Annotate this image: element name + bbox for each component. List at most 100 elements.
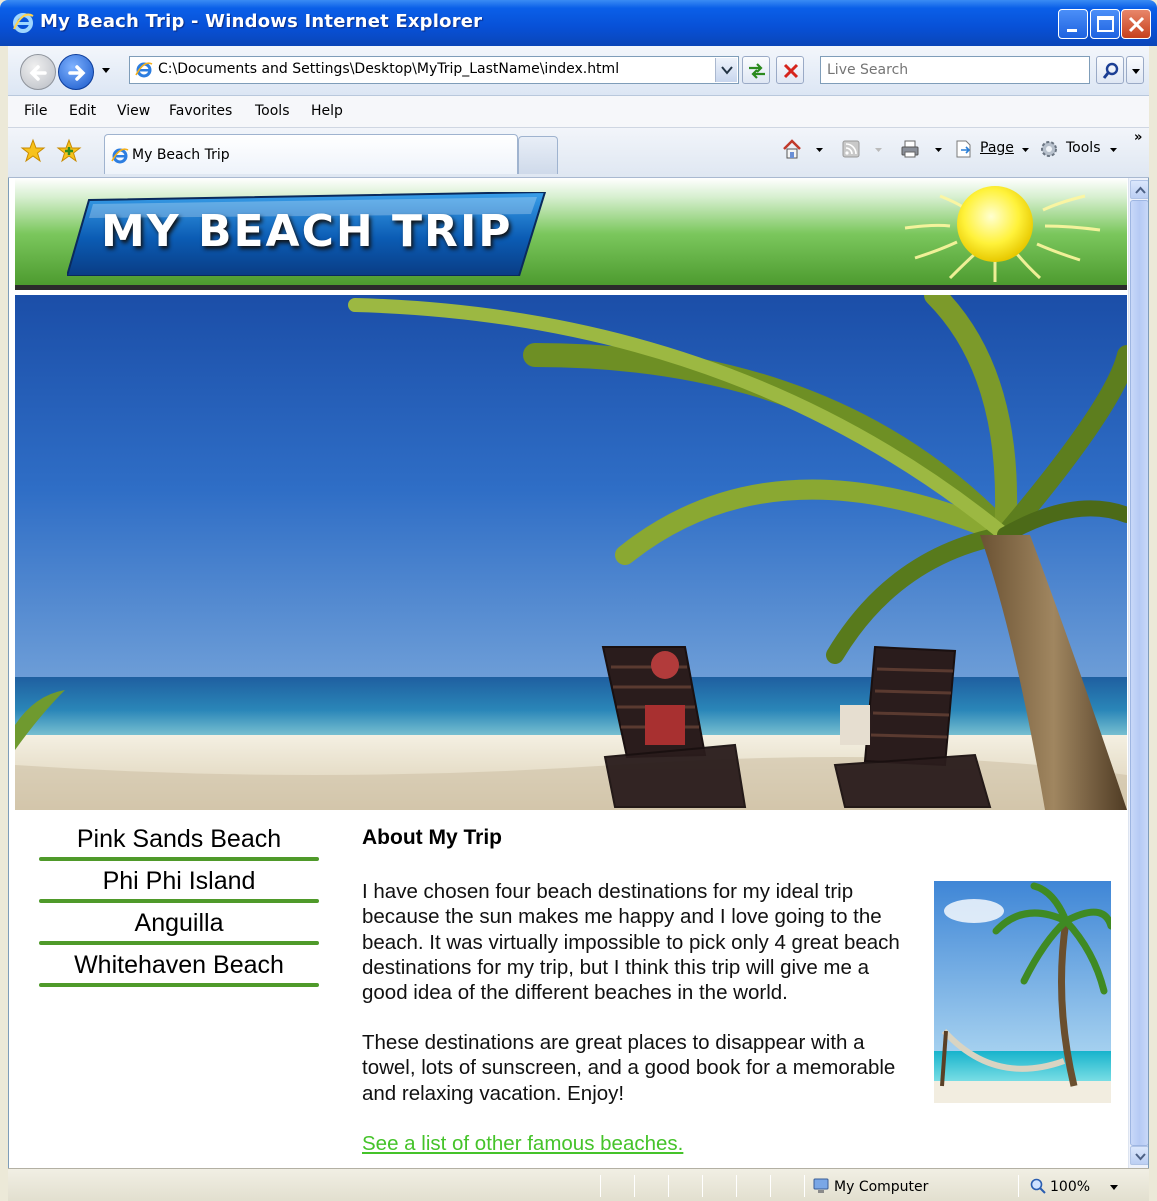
- status-divider: [1018, 1175, 1019, 1197]
- nav-underline: [39, 857, 319, 861]
- address-toolbar: C:\Documents and Settings\Desktop\MyTrip…: [8, 46, 1149, 96]
- tab-label: My Beach Trip: [132, 147, 230, 163]
- site-banner: MY BEACH TRIP: [15, 178, 1127, 290]
- close-button[interactable]: [1121, 9, 1151, 39]
- search-button[interactable]: [1096, 56, 1124, 84]
- minimize-button[interactable]: [1058, 9, 1088, 39]
- menu-bar: File Edit View Favorites Tools Help: [8, 96, 1149, 128]
- window-title: My Beach Trip - Windows Internet Explore…: [40, 11, 483, 32]
- refresh-button[interactable]: [742, 56, 770, 84]
- nav-link-anguilla[interactable]: Anguilla: [39, 907, 319, 949]
- about-paragraph-1: I have chosen four beach destinations fo…: [362, 880, 900, 1005]
- beach-nav: Pink Sands Beach Phi Phi Island Anguilla…: [39, 823, 319, 991]
- banner-title: MY BEACH TRIP: [101, 206, 513, 257]
- nav-link-phi-phi-island[interactable]: Phi Phi Island: [39, 865, 319, 907]
- menu-help[interactable]: Help: [311, 103, 343, 119]
- chevron-down-icon: [875, 148, 882, 152]
- feeds-icon[interactable]: [840, 138, 862, 160]
- address-bar[interactable]: C:\Documents and Settings\Desktop\MyTrip…: [129, 56, 739, 84]
- search-options-button[interactable]: [1126, 56, 1144, 84]
- nav-link-whitehaven-beach[interactable]: Whitehaven Beach: [39, 949, 319, 991]
- browser-window: My Beach Trip - Windows Internet Explore…: [0, 0, 1157, 1201]
- status-divider: [668, 1175, 669, 1197]
- nav-link-label: Whitehaven Beach: [74, 951, 284, 979]
- nav-link-label: Pink Sands Beach: [76, 825, 282, 853]
- tab-my-beach-trip[interactable]: My Beach Trip: [104, 134, 518, 174]
- status-divider: [804, 1175, 805, 1197]
- palm-hammock-image: [934, 881, 1111, 1103]
- famous-beaches-link[interactable]: See a list of other famous beaches.: [362, 1132, 683, 1156]
- title-bar: My Beach Trip - Windows Internet Explore…: [0, 0, 1157, 46]
- stop-icon: [783, 63, 799, 79]
- nav-underline: [39, 899, 319, 903]
- status-bar: My Computer 100%: [8, 1168, 1149, 1201]
- about-section: About My Trip I have chosen four beach d…: [362, 822, 1122, 1155]
- chevron-down-icon[interactable]: [1110, 1185, 1118, 1190]
- print-icon[interactable]: [899, 138, 921, 160]
- chevron-down-icon[interactable]: [935, 148, 942, 152]
- my-computer-icon: [813, 1178, 829, 1193]
- chevron-up-icon: [1135, 186, 1146, 194]
- forward-button[interactable]: [58, 54, 94, 90]
- forward-arrow-icon: [68, 65, 86, 81]
- chevron-down-icon[interactable]: [1110, 148, 1117, 152]
- nav-underline: [39, 941, 319, 945]
- stop-button[interactable]: [776, 56, 804, 84]
- maximize-button[interactable]: [1090, 9, 1120, 39]
- vertical-scrollbar[interactable]: [1128, 178, 1148, 1168]
- home-icon[interactable]: [781, 138, 803, 160]
- nav-link-label: Anguilla: [134, 909, 224, 937]
- back-arrow-icon: [29, 65, 47, 81]
- nav-underline: [39, 983, 319, 987]
- status-divider: [634, 1175, 635, 1197]
- back-button[interactable]: [20, 54, 56, 90]
- scroll-down-button[interactable]: [1130, 1146, 1148, 1165]
- page-icon[interactable]: [952, 138, 974, 160]
- menu-tools[interactable]: Tools: [255, 103, 290, 119]
- sun-icon: [904, 186, 1101, 282]
- zoom-level[interactable]: 100%: [1050, 1179, 1090, 1195]
- tab-bar: My Beach Trip Page Tools »: [8, 128, 1149, 178]
- tools-menu-button[interactable]: Tools: [1066, 140, 1101, 156]
- menu-favorites[interactable]: Favorites: [169, 103, 232, 119]
- maximize-icon: [1097, 16, 1114, 32]
- chevron-down-icon: [1135, 1153, 1146, 1161]
- chevron-down-icon: [1132, 69, 1140, 74]
- chevron-down-icon[interactable]: [1022, 148, 1029, 152]
- scroll-thumb[interactable]: [1130, 200, 1148, 1146]
- page-viewport: MY BEACH TRIP Pink Sands Beach Phi Phi I…: [8, 178, 1149, 1168]
- gear-icon[interactable]: [1038, 138, 1060, 160]
- menu-edit[interactable]: Edit: [69, 103, 96, 119]
- scroll-up-button[interactable]: [1130, 180, 1148, 199]
- address-dropdown-button[interactable]: [715, 58, 737, 82]
- ie-logo-icon: [13, 13, 34, 33]
- search-input[interactable]: [821, 57, 1089, 83]
- refresh-icon: [749, 63, 765, 79]
- address-url[interactable]: C:\Documents and Settings\Desktop\MyTrip…: [158, 61, 619, 77]
- nav-link-pink-sands-beach[interactable]: Pink Sands Beach: [39, 823, 319, 865]
- recent-pages-dropdown-icon[interactable]: [100, 64, 112, 76]
- page-ie-icon: [111, 148, 129, 164]
- favorites-star-icon[interactable]: [20, 138, 46, 164]
- new-tab-button[interactable]: [518, 136, 558, 174]
- chevron-down-icon: [721, 66, 733, 75]
- about-heading: About My Trip: [362, 826, 502, 849]
- status-divider: [600, 1175, 601, 1197]
- status-divider: [702, 1175, 703, 1197]
- page-menu-button[interactable]: Page: [980, 140, 1014, 156]
- overflow-chevron-icon[interactable]: »: [1134, 130, 1142, 145]
- web-page: MY BEACH TRIP Pink Sands Beach Phi Phi I…: [15, 178, 1127, 1168]
- nav-link-label: Phi Phi Island: [102, 867, 256, 895]
- security-zone-label: My Computer: [834, 1179, 929, 1195]
- status-divider: [770, 1175, 771, 1197]
- page-ie-icon: [135, 62, 153, 78]
- about-paragraph-2: These destinations are great places to d…: [362, 1031, 896, 1105]
- search-box[interactable]: [820, 56, 1090, 84]
- menu-file[interactable]: File: [24, 103, 47, 119]
- zoom-icon[interactable]: [1030, 1178, 1046, 1194]
- menu-view[interactable]: View: [117, 103, 150, 119]
- minimize-icon: [1067, 29, 1077, 32]
- search-icon: [1102, 62, 1119, 79]
- add-favorite-icon[interactable]: [56, 138, 82, 164]
- chevron-down-icon[interactable]: [816, 148, 823, 152]
